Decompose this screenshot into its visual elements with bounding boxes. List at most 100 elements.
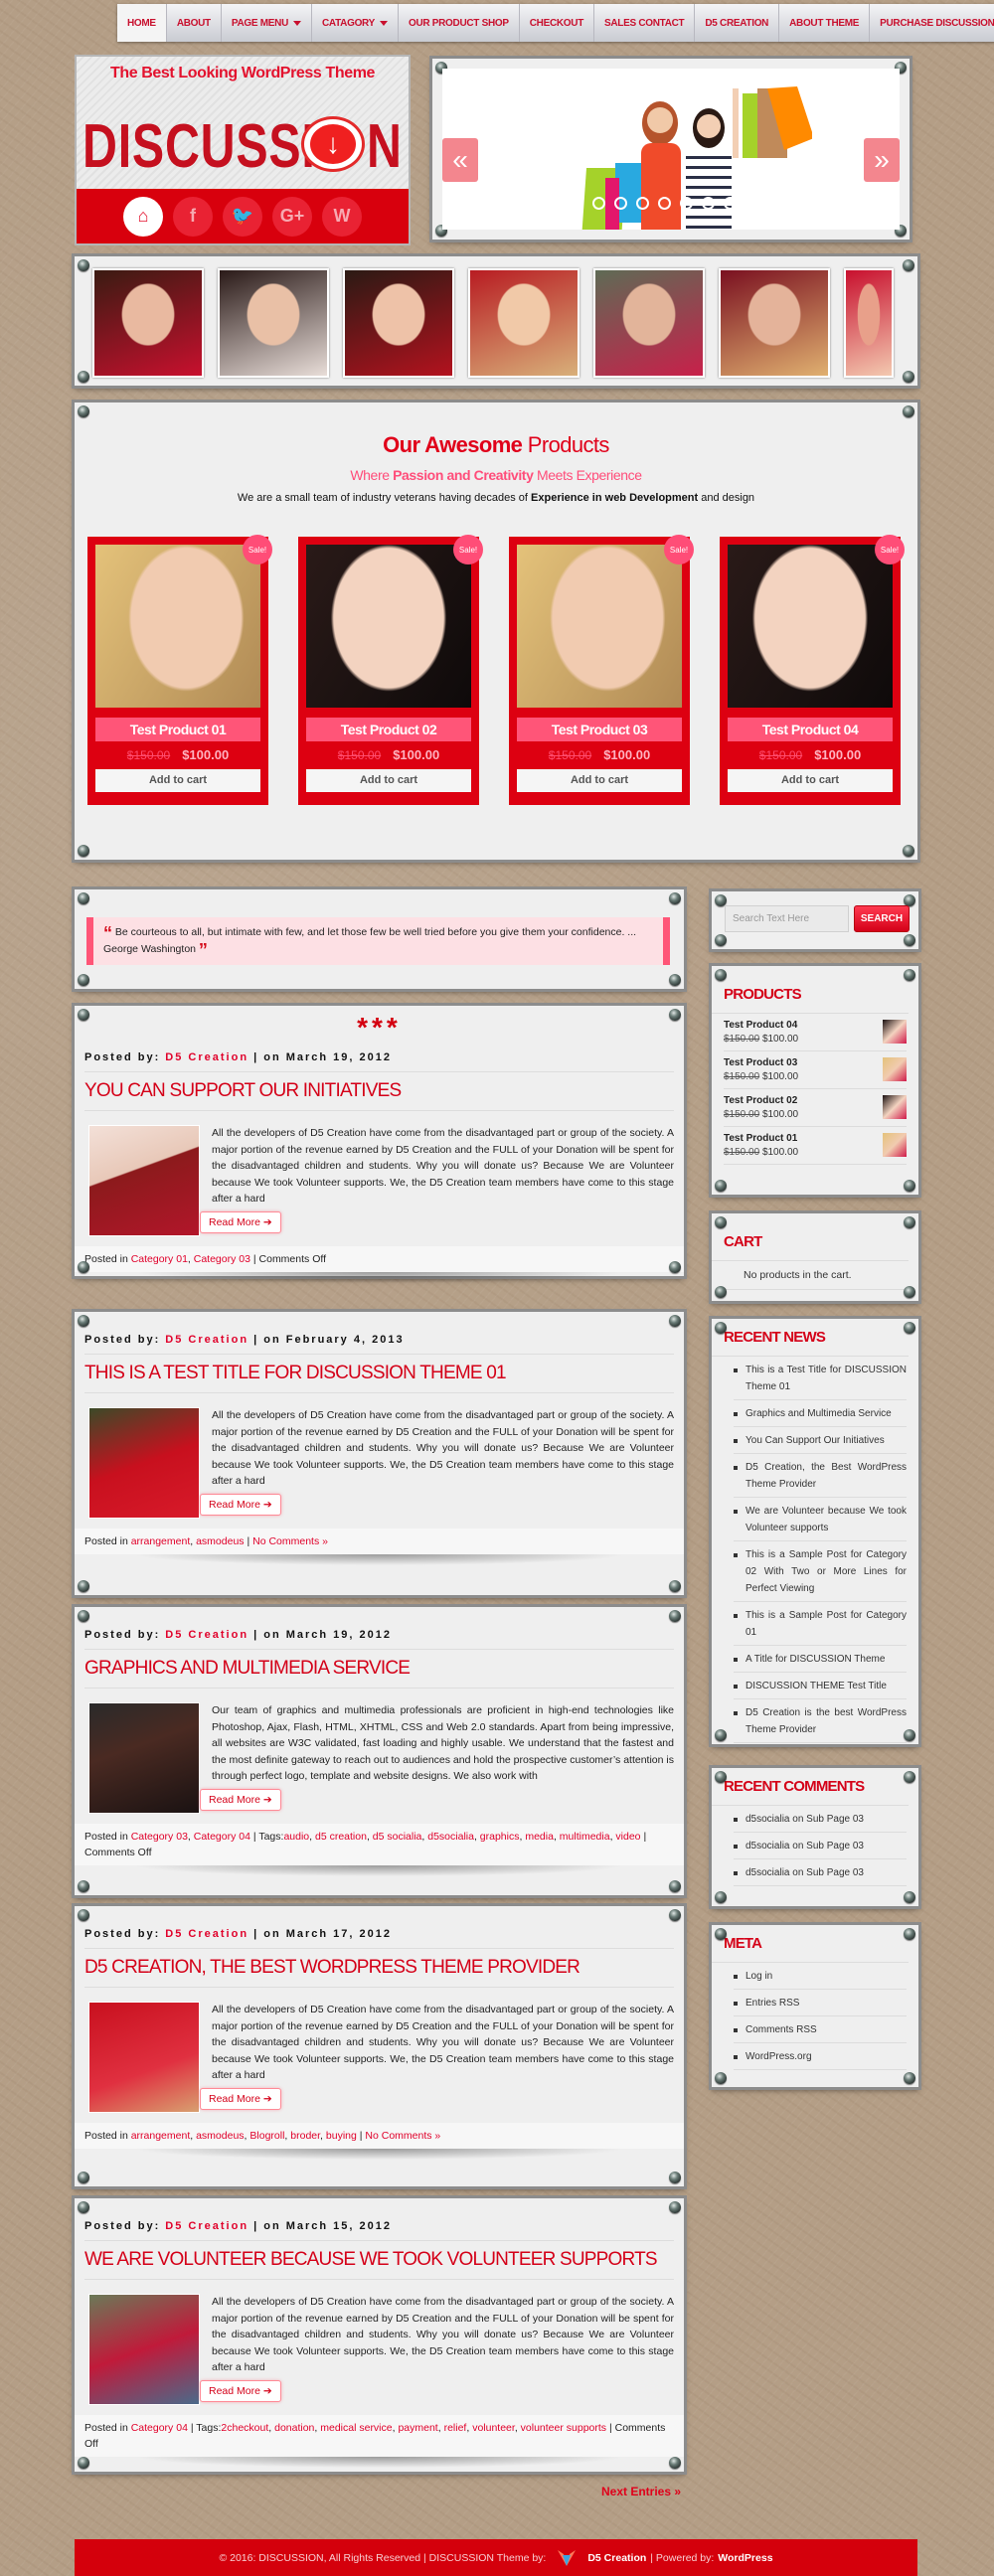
- meta-item[interactable]: WordPress.org: [734, 2043, 907, 2070]
- slider-dot[interactable]: [724, 197, 737, 210]
- product-name[interactable]: Test Product 02: [306, 718, 471, 741]
- slider-dot[interactable]: [702, 197, 715, 210]
- next-entries-link[interactable]: Next Entries »: [601, 2485, 681, 2498]
- nav-item-checkout[interactable]: CHECKOUT: [520, 4, 594, 42]
- read-more-button[interactable]: Read More ➔: [200, 2379, 281, 2402]
- product-name[interactable]: Test Product 04: [728, 718, 893, 741]
- slider-dot[interactable]: [658, 197, 671, 210]
- recent-news-item[interactable]: This is a Sample Post for Category 01: [734, 1602, 907, 1646]
- category-link[interactable]: asmodeus: [196, 1535, 244, 1547]
- author-link[interactable]: D5 Creation: [165, 1334, 248, 1346]
- category-link[interactable]: broder: [290, 2130, 320, 2142]
- gallery-thumbnail[interactable]: [844, 268, 894, 378]
- tag-link[interactable]: donation: [274, 2422, 314, 2434]
- post-title[interactable]: YOU CAN SUPPORT OUR INITIATIVES: [84, 1071, 674, 1111]
- tag-link[interactable]: d5 socialia: [373, 1831, 422, 1843]
- recent-comments-item[interactable]: d5socialia on Sub Page 03: [734, 1833, 907, 1859]
- category-link[interactable]: Category 01: [131, 1253, 188, 1265]
- recent-comments-item[interactable]: d5socialia on Sub Page 03: [734, 1806, 907, 1833]
- post-title[interactable]: WE ARE VOLUNTEER BECAUSE WE TOOK VOLUNTE…: [84, 2240, 674, 2280]
- recent-news-item[interactable]: This is a Test Title for DISCUSSION Them…: [734, 1357, 907, 1400]
- widget-product[interactable]: Test Product 03 $150.00 $100.00: [724, 1051, 907, 1089]
- author-link[interactable]: D5 Creation: [165, 1629, 248, 1641]
- product-image[interactable]: [95, 545, 260, 708]
- gallery-thumbnail[interactable]: [92, 268, 204, 378]
- product-name[interactable]: Test Product 03: [517, 718, 682, 741]
- post-thumbnail[interactable]: [88, 1125, 200, 1236]
- category-link[interactable]: arrangement: [131, 1535, 191, 1547]
- slider-dot[interactable]: [571, 197, 583, 210]
- tag-link[interactable]: payment: [398, 2422, 437, 2434]
- widget-product-thumbnail[interactable]: [883, 1020, 907, 1044]
- widget-product[interactable]: Test Product 02 $150.00 $100.00: [724, 1089, 907, 1127]
- product-image[interactable]: [517, 545, 682, 708]
- recent-news-item[interactable]: DISCUSSION THEME Test Title: [734, 1673, 907, 1699]
- recent-news-item[interactable]: We are Volunteer because We took Volunte…: [734, 1498, 907, 1541]
- tag-link[interactable]: audio: [283, 1831, 309, 1843]
- add-to-cart-button[interactable]: Add to cart: [95, 769, 260, 792]
- recent-news-item[interactable]: This is a Sample Post for Category 02 Wi…: [734, 1541, 907, 1602]
- post-thumbnail[interactable]: [88, 1702, 200, 1814]
- search-input[interactable]: Search Text Here: [725, 905, 849, 932]
- author-link[interactable]: D5 Creation: [165, 1928, 248, 1940]
- category-link[interactable]: Category 04: [194, 1831, 250, 1843]
- tag-link[interactable]: volunteer supports: [521, 2422, 606, 2434]
- slider-dot[interactable]: [680, 197, 693, 210]
- tag-link[interactable]: medical service: [320, 2422, 392, 2434]
- category-link[interactable]: Category 04: [131, 2422, 188, 2434]
- slider-dot[interactable]: [614, 197, 627, 210]
- wordpress-link[interactable]: WordPress: [718, 2552, 772, 2564]
- slider-dot[interactable]: [636, 197, 649, 210]
- category-link[interactable]: Category 03: [194, 1253, 250, 1265]
- gallery-thumbnail[interactable]: [719, 268, 830, 378]
- nav-item-home[interactable]: HOME: [117, 4, 167, 42]
- post-thumbnail[interactable]: [88, 2294, 200, 2405]
- slider-next-button[interactable]: »: [864, 138, 900, 182]
- nav-item-catagory[interactable]: CATAGORY: [312, 4, 399, 42]
- post-title[interactable]: D5 CREATION, THE BEST WORDPRESS THEME PR…: [84, 1948, 674, 1988]
- tag-link[interactable]: d5 creation: [315, 1831, 367, 1843]
- d5-creation-link[interactable]: D5 Creation: [587, 2552, 646, 2564]
- google-plus-button[interactable]: G+: [272, 196, 312, 237]
- nav-item-sales-contact[interactable]: SALES CONTACT: [594, 4, 696, 42]
- category-link[interactable]: buying: [326, 2130, 357, 2142]
- post-thumbnail[interactable]: [88, 1407, 200, 1519]
- recent-news-item[interactable]: You Can Support Our Initiatives: [734, 1427, 907, 1454]
- read-more-button[interactable]: Read More ➔: [200, 1210, 281, 1233]
- gallery-thumbnail[interactable]: [468, 268, 580, 378]
- meta-item[interactable]: Log in: [734, 1963, 907, 1990]
- tag-link[interactable]: d5socialia: [427, 1831, 474, 1843]
- tag-link[interactable]: graphics: [480, 1831, 520, 1843]
- tag-link[interactable]: volunteer: [472, 2422, 515, 2434]
- widget-product-name[interactable]: Test Product 02: [724, 1095, 798, 1106]
- home-button[interactable]: ⌂: [123, 196, 163, 237]
- read-more-button[interactable]: Read More ➔: [200, 1788, 281, 1811]
- author-link[interactable]: D5 Creation: [165, 1051, 248, 1063]
- search-button[interactable]: SEARCH: [854, 905, 910, 932]
- widget-product-name[interactable]: Test Product 01: [724, 1133, 798, 1144]
- widget-product[interactable]: Test Product 01 $150.00 $100.00: [724, 1127, 907, 1165]
- nav-item-about-theme[interactable]: ABOUT THEME: [779, 4, 871, 42]
- recent-comments-item[interactable]: d5socialia on Sub Page 03: [734, 1859, 907, 1886]
- widget-product-thumbnail[interactable]: [883, 1133, 907, 1157]
- recent-news-item[interactable]: D5 Creation, the Best WordPress Theme Pr…: [734, 1454, 907, 1498]
- post-thumbnail[interactable]: [88, 2002, 200, 2113]
- widget-product-name[interactable]: Test Product 04: [724, 1020, 798, 1031]
- read-more-button[interactable]: Read More ➔: [200, 2087, 281, 2110]
- widget-product-thumbnail[interactable]: [883, 1095, 907, 1119]
- meta-item[interactable]: Entries RSS: [734, 1990, 907, 2016]
- recent-news-item[interactable]: Graphics and Multimedia Service: [734, 1400, 907, 1427]
- comments-link[interactable]: No Comments »: [365, 2130, 440, 2142]
- gallery-thumbnail[interactable]: [218, 268, 329, 378]
- comments-link[interactable]: No Comments »: [252, 1535, 328, 1547]
- category-link[interactable]: Category 03: [131, 1831, 188, 1843]
- widget-product[interactable]: Test Product 04 $150.00 $100.00: [724, 1014, 907, 1051]
- tag-link[interactable]: relief: [444, 2422, 467, 2434]
- post-title[interactable]: GRAPHICS AND MULTIMEDIA SERVICE: [84, 1649, 674, 1689]
- product-name[interactable]: Test Product 01: [95, 718, 260, 741]
- read-more-button[interactable]: Read More ➔: [200, 1493, 281, 1516]
- nav-item-purchase-discussion[interactable]: PURCHASE DISCUSSION: [870, 4, 994, 42]
- tag-link[interactable]: 2checkout: [221, 2422, 268, 2434]
- category-link[interactable]: asmodeus: [196, 2130, 244, 2142]
- product-image[interactable]: [306, 545, 471, 708]
